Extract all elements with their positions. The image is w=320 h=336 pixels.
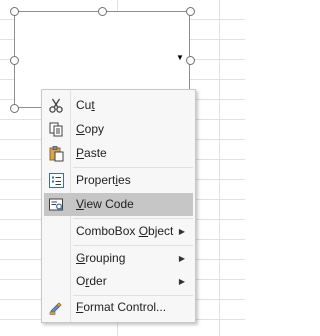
submenu-arrow-icon: ▶ bbox=[178, 254, 185, 263]
menu-item-format-control[interactable]: Format Control... bbox=[44, 296, 193, 319]
menu-item-order[interactable]: Order ▶ bbox=[44, 270, 193, 293]
menu-item-label: ComboBox Object bbox=[76, 224, 174, 238]
resize-handle-top[interactable] bbox=[98, 7, 107, 16]
submenu-arrow-icon: ▶ bbox=[178, 227, 185, 236]
menu-item-combobox-object[interactable]: ComboBox Object ▶ bbox=[44, 220, 193, 243]
context-menu: Cut Copy Paste Properties View Code Comb… bbox=[41, 89, 196, 323]
resize-handle-bottom-left[interactable] bbox=[10, 104, 19, 113]
menu-separator bbox=[73, 218, 193, 219]
resize-handle-top-right[interactable] bbox=[186, 7, 195, 16]
menu-item-label: View Code bbox=[76, 197, 134, 211]
resize-handle-right[interactable] bbox=[186, 56, 195, 65]
menu-item-label: Grouping bbox=[76, 251, 126, 265]
view-code-icon bbox=[48, 196, 65, 213]
menu-item-paste[interactable]: Paste bbox=[44, 142, 193, 165]
menu-item-label: Cut bbox=[76, 98, 95, 112]
grid-column-line bbox=[219, 0, 220, 336]
paste-icon bbox=[48, 145, 65, 162]
menu-item-label: Properties bbox=[76, 173, 131, 187]
resize-handle-left[interactable] bbox=[10, 56, 19, 65]
menu-item-label: Order bbox=[76, 274, 107, 288]
scissors-icon bbox=[48, 97, 65, 114]
submenu-arrow-icon: ▶ bbox=[178, 277, 185, 286]
menu-separator bbox=[73, 167, 193, 168]
menu-item-label: Format Control... bbox=[76, 300, 167, 314]
menu-separator bbox=[73, 245, 193, 246]
menu-item-properties[interactable]: Properties bbox=[44, 169, 193, 192]
menu-item-label: Paste bbox=[76, 146, 107, 160]
dropdown-arrow-icon[interactable]: ▼ bbox=[174, 53, 186, 63]
format-control-icon bbox=[48, 299, 65, 316]
menu-item-grouping[interactable]: Grouping ▶ bbox=[44, 247, 193, 270]
menu-item-copy[interactable]: Copy bbox=[44, 118, 193, 141]
copy-icon bbox=[48, 121, 65, 138]
properties-icon bbox=[48, 172, 65, 189]
menu-item-cut[interactable]: Cut bbox=[44, 94, 193, 117]
menu-item-view-code[interactable]: View Code bbox=[44, 193, 193, 216]
menu-item-label: Copy bbox=[76, 122, 105, 136]
resize-handle-top-left[interactable] bbox=[10, 7, 19, 16]
